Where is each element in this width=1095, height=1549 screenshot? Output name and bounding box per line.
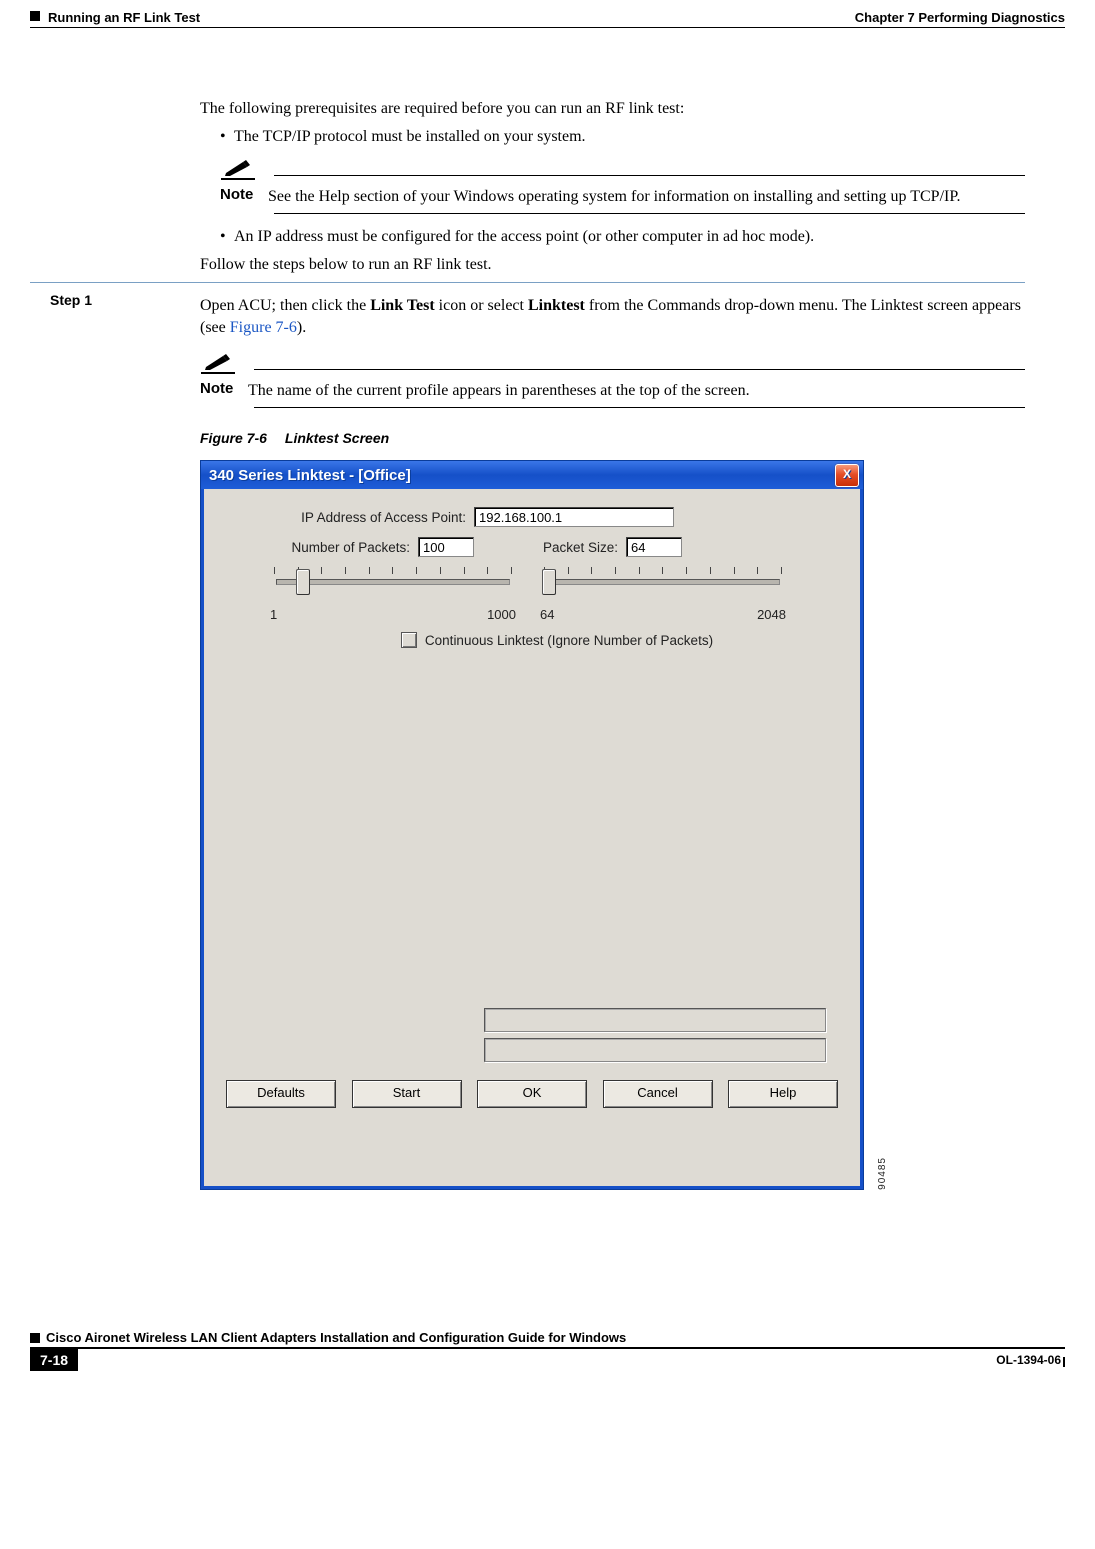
header-marker bbox=[30, 11, 40, 21]
intro-text: The following prerequisites are required… bbox=[200, 98, 1025, 120]
slider-min: 1 bbox=[270, 607, 277, 622]
note-text: See the Help section of your Windows ope… bbox=[268, 186, 1025, 208]
step-rule bbox=[30, 282, 1025, 283]
defaults-button[interactable]: Defaults bbox=[226, 1080, 336, 1108]
numpackets-slider[interactable] bbox=[272, 567, 514, 605]
packetsize-label: Packet Size: bbox=[474, 540, 626, 555]
header-rule bbox=[30, 27, 1065, 28]
pencil-icon bbox=[220, 160, 256, 180]
pencil-icon bbox=[200, 354, 236, 374]
bullet-marker: • bbox=[220, 228, 234, 246]
section-title: Running an RF Link Test bbox=[48, 10, 200, 25]
status-box-1 bbox=[484, 1008, 826, 1032]
doc-id: OL-1394-06 bbox=[996, 1353, 1061, 1367]
window-titlebar[interactable]: 340 Series Linktest - [Office] X bbox=[201, 461, 863, 489]
page-number: 7-18 bbox=[30, 1349, 78, 1371]
bullet-marker: • bbox=[220, 128, 234, 146]
note-text: The name of the current profile appears … bbox=[248, 380, 1025, 402]
slider-max: 2048 bbox=[757, 607, 786, 622]
numpackets-input[interactable] bbox=[418, 537, 474, 557]
footer-tick bbox=[1063, 1357, 1065, 1367]
figure-caption: Figure 7-6Linktest Screen bbox=[200, 430, 1025, 446]
step-1-text: Open ACU; then click the Link Test icon … bbox=[200, 289, 1025, 340]
note-block-1: Note See the Help section of your Window… bbox=[220, 160, 1025, 215]
bullet-1: The TCP/IP protocol must be installed on… bbox=[234, 128, 586, 146]
packetsize-input[interactable] bbox=[626, 537, 682, 557]
step-label: Step 1 bbox=[50, 292, 92, 308]
figure-ref-link[interactable]: Figure 7-6 bbox=[230, 319, 297, 336]
cancel-button[interactable]: Cancel bbox=[603, 1080, 713, 1108]
note-label: Note bbox=[200, 380, 248, 402]
footer-marker bbox=[30, 1333, 40, 1343]
linktest-window: 340 Series Linktest - [Office] X IP Addr… bbox=[200, 460, 864, 1190]
start-button[interactable]: Start bbox=[352, 1080, 462, 1108]
slider-max: 1000 bbox=[487, 607, 516, 622]
bullet-2: An IP address must be configured for the… bbox=[234, 228, 814, 246]
continuous-label: Continuous Linktest (Ignore Number of Pa… bbox=[425, 633, 713, 648]
window-title: 340 Series Linktest - [Office] bbox=[209, 467, 835, 484]
packetsize-slider[interactable] bbox=[542, 567, 784, 605]
figure-id: 90485 bbox=[877, 1157, 888, 1190]
footer-title: Cisco Aironet Wireless LAN Client Adapte… bbox=[46, 1330, 1065, 1345]
note-label: Note bbox=[220, 186, 268, 208]
note-block-2: Note The name of the current profile app… bbox=[200, 354, 1025, 409]
slider-min: 64 bbox=[540, 607, 554, 622]
packetsize-thumb[interactable] bbox=[542, 569, 556, 595]
numpackets-thumb[interactable] bbox=[296, 569, 310, 595]
follow-text: Follow the steps below to run an RF link… bbox=[200, 254, 1025, 276]
continuous-checkbox[interactable] bbox=[401, 632, 417, 648]
help-button[interactable]: Help bbox=[728, 1080, 838, 1108]
numpackets-label: Number of Packets: bbox=[268, 540, 418, 555]
close-button[interactable]: X bbox=[835, 464, 859, 487]
ip-label: IP Address of Access Point: bbox=[268, 510, 474, 525]
ip-input[interactable] bbox=[474, 507, 674, 527]
ok-button[interactable]: OK bbox=[477, 1080, 587, 1108]
chapter-title: Chapter 7 Performing Diagnostics bbox=[855, 10, 1065, 25]
status-box-2 bbox=[484, 1038, 826, 1062]
